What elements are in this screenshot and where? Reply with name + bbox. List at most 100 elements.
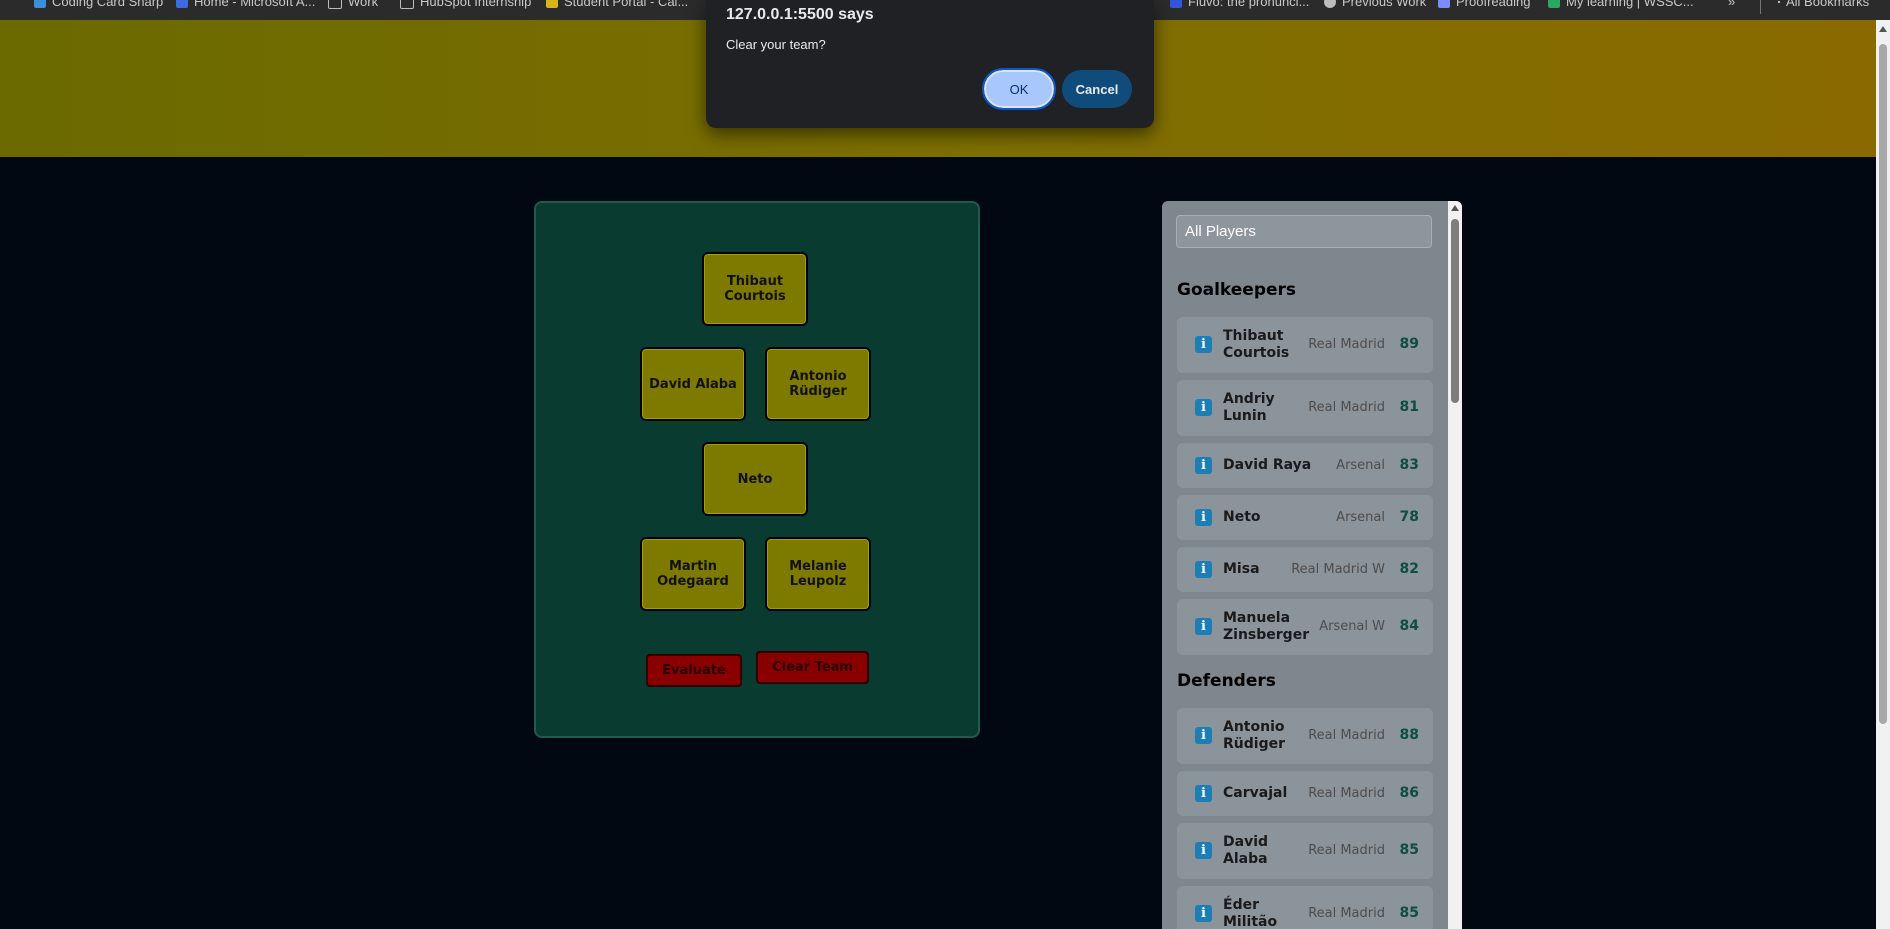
bookmark-label: Home - Microsoft A... <box>194 0 316 9</box>
bookmark-item[interactable]: HubSpot Internship <box>400 0 531 9</box>
slot-player-name: Neto <box>737 471 773 487</box>
bookmark-item[interactable]: Student Portal - Cal... <box>546 0 688 9</box>
player-club: Arsenal <box>1336 458 1385 473</box>
player-card[interactable]: i Carvajal Real Madrid 86 <box>1177 771 1433 816</box>
globe-icon <box>1324 0 1336 8</box>
player-name: Neto <box>1223 509 1261 525</box>
bookmark-item[interactable]: My learning | WSSC... <box>1548 0 1694 9</box>
player-club: Real Madrid <box>1308 728 1385 743</box>
player-card[interactable]: i David Alaba Real Madrid 85 <box>1177 823 1433 879</box>
bookmark-item[interactable]: Fluvo: the pronunci... <box>1170 0 1309 9</box>
scroll-up-arrow-icon[interactable] <box>1879 26 1887 32</box>
bookmark-label: Fluvo: the pronunci... <box>1188 0 1310 9</box>
player-card[interactable]: i Thibaut Courtois Real Madrid 89 <box>1177 317 1433 373</box>
folder-icon <box>1778 0 1780 3</box>
player-rating: 82 <box>1399 561 1419 577</box>
player-name: Manuela Zinsberger <box>1223 610 1310 643</box>
player-club: Real Madrid <box>1308 400 1385 415</box>
player-rating: 85 <box>1399 905 1419 921</box>
bookmark-label: Student Portal - Cal... <box>564 0 689 9</box>
info-icon[interactable]: i <box>1195 336 1212 353</box>
player-club: Real Madrid <box>1308 786 1385 801</box>
player-card[interactable]: i David Raya Arsenal 83 <box>1177 443 1433 488</box>
info-icon[interactable]: i <box>1195 905 1212 922</box>
player-rating: 83 <box>1399 457 1419 473</box>
player-list-scrollbar-thumb[interactable] <box>1451 219 1459 403</box>
player-name: Andriy Lunin <box>1223 391 1275 424</box>
player-filter-select[interactable]: All Players <box>1176 215 1432 248</box>
bookmark-item[interactable]: Previous Work <box>1324 0 1426 9</box>
player-rating: 88 <box>1399 727 1419 743</box>
player-list-scrollbar[interactable] <box>1448 201 1462 929</box>
player-card[interactable]: i Andriy Lunin Real Madrid 81 <box>1177 380 1433 436</box>
player-rating: 78 <box>1399 509 1419 525</box>
bookmark-label: Previous Work <box>1342 0 1427 9</box>
evaluate-button[interactable]: Evaluate <box>646 654 742 687</box>
player-slot[interactable]: Thibaut Courtois <box>702 252 808 326</box>
player-club: Arsenal <box>1336 510 1385 525</box>
bookmark-favicon-icon <box>176 0 188 8</box>
player-rating: 85 <box>1399 842 1419 858</box>
all-bookmarks-button[interactable]: All Bookmarks <box>1778 0 1869 9</box>
player-slot[interactable]: David Alaba <box>640 347 746 421</box>
player-card[interactable]: i Misa Real Madrid W 82 <box>1177 547 1433 592</box>
player-card[interactable]: i Neto Arsenal 78 <box>1177 495 1433 540</box>
bookmark-favicon-icon <box>34 0 46 8</box>
player-rating: 86 <box>1399 785 1419 801</box>
player-rating: 84 <box>1399 618 1419 634</box>
bookmark-favicon-icon <box>1548 0 1560 8</box>
info-icon[interactable]: i <box>1195 727 1212 744</box>
slot-player-name: Melanie Leupolz <box>789 559 847 589</box>
bookmark-label: My learning | WSSC... <box>1566 0 1694 9</box>
bookmark-label: Work <box>348 0 379 9</box>
bookmarks-overflow-button[interactable]: » <box>1728 0 1735 9</box>
page-scrollbar[interactable] <box>1876 20 1890 929</box>
player-card[interactable]: i Éder Militão Real Madrid 85 <box>1177 886 1433 929</box>
slot-player-name: Antonio Rüdiger <box>789 369 847 399</box>
info-icon[interactable]: i <box>1195 561 1212 578</box>
section-title-goalkeepers: Goalkeepers <box>1177 280 1297 300</box>
player-card[interactable]: i Antonio Rüdiger Real Madrid 88 <box>1177 708 1433 764</box>
bookmark-favicon-icon <box>1170 0 1182 8</box>
bookmark-favicon-icon <box>546 0 558 8</box>
info-icon[interactable]: i <box>1195 842 1212 859</box>
player-slot[interactable]: Neto <box>702 442 808 516</box>
all-bookmarks-label: All Bookmarks <box>1786 0 1870 9</box>
bookmark-item[interactable]: Home - Microsoft A... <box>176 0 315 9</box>
player-slot[interactable]: Melanie Leupolz <box>765 537 871 611</box>
player-club: Real Madrid W <box>1291 562 1385 577</box>
player-club: Real Madrid <box>1308 843 1385 858</box>
dialog-ok-button[interactable]: OK <box>982 68 1056 110</box>
info-icon[interactable]: i <box>1195 618 1212 635</box>
player-name: Éder Militão <box>1223 897 1278 929</box>
info-icon[interactable]: i <box>1195 399 1212 416</box>
info-icon[interactable]: i <box>1195 457 1212 474</box>
info-icon[interactable]: i <box>1195 785 1212 802</box>
bookmark-label: Proofreading <box>1456 0 1531 9</box>
bookmark-item[interactable]: Coding Card Sharp <box>34 0 163 9</box>
clear-team-button[interactable]: Clear Team <box>756 651 869 684</box>
player-rating: 81 <box>1399 399 1419 415</box>
bookmark-label: HubSpot Internship <box>420 0 532 9</box>
bookmark-label: Coding Card Sharp <box>52 0 164 9</box>
bookmark-favicon-icon <box>1438 0 1450 8</box>
player-name: Carvajal <box>1223 785 1288 801</box>
folder-icon <box>328 0 342 9</box>
bookmark-item[interactable]: Work <box>328 0 378 9</box>
player-club: Real Madrid <box>1308 906 1385 921</box>
player-slot[interactable]: Antonio Rüdiger <box>765 347 871 421</box>
dialog-cancel-button[interactable]: Cancel <box>1062 70 1132 108</box>
bookmark-item[interactable]: Proofreading <box>1438 0 1530 9</box>
player-card[interactable]: i Manuela Zinsberger Arsenal W 84 <box>1177 599 1433 655</box>
player-club: Real Madrid <box>1308 337 1385 352</box>
player-name: Antonio Rüdiger <box>1223 719 1285 752</box>
player-rating: 89 <box>1399 336 1419 352</box>
info-icon[interactable]: i <box>1195 509 1212 526</box>
player-club: Arsenal W <box>1319 619 1385 634</box>
player-list-panel: All Players Goalkeepers i Thibaut Courto… <box>1162 201 1462 929</box>
player-slot[interactable]: Martin Odegaard <box>640 537 746 611</box>
page-scrollbar-thumb[interactable] <box>1879 44 1887 724</box>
player-name: David Alaba <box>1223 834 1269 867</box>
slot-player-name: David Alaba <box>649 376 737 392</box>
scroll-up-arrow-icon[interactable] <box>1451 205 1459 211</box>
